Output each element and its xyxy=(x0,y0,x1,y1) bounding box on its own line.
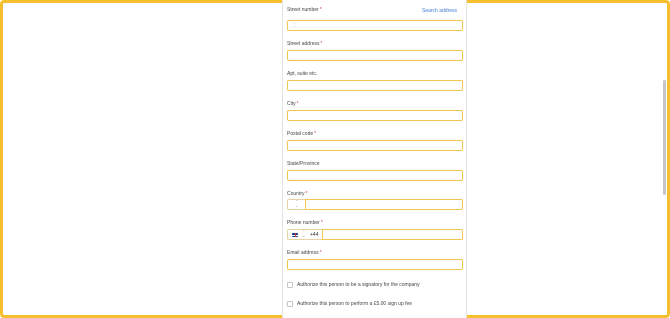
street-number-input[interactable]: ♡ xyxy=(287,20,463,31)
signup-fee-checkbox-label: Authorize this person to perform a £5.00… xyxy=(297,301,413,307)
scrollbar[interactable] xyxy=(663,80,666,195)
country-label: Country* xyxy=(287,191,308,197)
city-input[interactable] xyxy=(287,110,463,121)
email-input[interactable] xyxy=(287,259,463,270)
state-label: State/Province xyxy=(287,161,320,167)
uk-flag-icon xyxy=(292,233,298,237)
street-address-label: Street address* xyxy=(287,41,323,47)
street-number-label: Street number* xyxy=(287,7,322,13)
dial-code: +44 xyxy=(310,232,319,238)
apt-input[interactable] xyxy=(287,80,463,91)
signup-fee-checkbox[interactable] xyxy=(287,301,293,307)
phone-label: Phone number* xyxy=(287,220,323,226)
signatory-checkbox[interactable] xyxy=(287,282,293,288)
phone-country-select[interactable]: ⌃ ⌄ +44 xyxy=(287,229,323,240)
up-down-chevron-icon: ⌃ ⌄ xyxy=(295,199,299,208)
search-address-link[interactable]: Search address xyxy=(422,8,457,14)
city-label: City* xyxy=(287,101,299,107)
signatory-checkbox-label: Authorize this person to be a signatory … xyxy=(297,282,420,288)
country-select[interactable]: ⌃ ⌄ xyxy=(287,199,306,210)
street-address-input[interactable] xyxy=(287,50,463,61)
signatory-checkbox-row[interactable]: Authorize this person to be a signatory … xyxy=(287,281,420,289)
postal-code-label: Postal code* xyxy=(287,131,317,137)
state-input[interactable] xyxy=(287,170,463,181)
heart-icon: ♡ xyxy=(292,23,298,29)
email-label: Email address* xyxy=(287,250,322,256)
phone-number-input[interactable] xyxy=(322,229,463,240)
apt-label: Apt, suite etc. xyxy=(287,71,318,77)
up-down-chevron-icon: ⌃ ⌄ xyxy=(302,229,306,238)
country-input[interactable] xyxy=(305,199,463,210)
signup-fee-checkbox-row[interactable]: Authorize this person to perform a £5.00… xyxy=(287,300,412,308)
postal-code-input[interactable] xyxy=(287,140,463,151)
address-form-panel xyxy=(282,0,467,318)
